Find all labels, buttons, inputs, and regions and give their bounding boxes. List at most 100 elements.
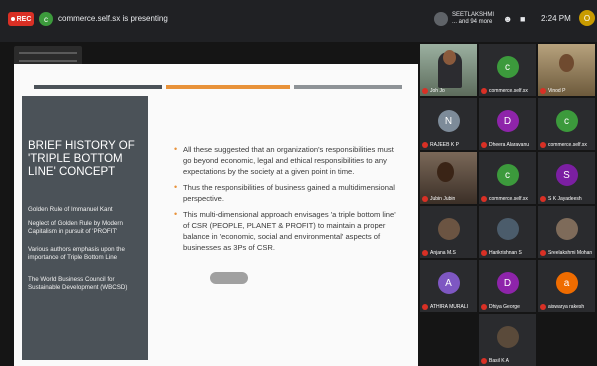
left-item: Various authors emphasis upon the import… <box>28 246 125 261</box>
participant-avatar <box>496 326 519 348</box>
bullet-point: This multi-dimensional approach envisage… <box>174 209 396 253</box>
participant-name: Basil K A <box>481 358 509 364</box>
mic-muted-icon <box>422 196 428 202</box>
mic-muted-icon <box>422 142 428 148</box>
participant-tile[interactable]: Jubin Jubin <box>420 152 477 204</box>
participant-name-text: Harikrishnan S <box>489 250 522 256</box>
participant-name: RAJEEB K P <box>422 142 459 148</box>
participant-name: Vinod P <box>540 88 565 94</box>
participant-name-text: aiswarya rakesh <box>548 304 585 310</box>
participant-name-text: Basil K A <box>489 358 510 364</box>
participant-name-text: Joh Jo <box>430 88 445 94</box>
pointer-highlight <box>210 272 248 284</box>
participant-name: Harikrishnan S <box>481 250 522 256</box>
mic-muted-icon <box>481 196 487 202</box>
recording-badge: REC <box>8 12 34 26</box>
participant-tile[interactable]: D Dheera Alaravanu <box>479 98 536 150</box>
participant-name: Joh Jo <box>422 88 445 94</box>
slide: BRIEF HISTORY OF 'TRIPLE BOTTOM LINE' CO… <box>14 64 418 366</box>
participant-tile[interactable]: Basil K A <box>479 314 536 366</box>
rec-label: REC <box>16 15 32 23</box>
participant-name-text: Vinod P <box>548 88 566 94</box>
participant-name-text: Dheera Alaravanu <box>489 142 530 148</box>
mic-muted-icon <box>540 88 546 94</box>
participant-name-text: Sreelakshmi Mohan <box>548 250 593 256</box>
participant-tile[interactable]: Anjana M.S <box>420 206 477 258</box>
participant-tile[interactable]: Vinod P <box>538 44 595 96</box>
presenter-avatar: c <box>39 12 53 26</box>
participant-tile[interactable]: S S K Jayadeesh <box>538 152 595 204</box>
participant-tile[interactable]: a aiswarya rakesh <box>538 260 595 312</box>
mic-muted-icon <box>540 250 546 256</box>
participant-avatar: D <box>496 272 519 294</box>
participant-video-face <box>443 50 456 65</box>
participant-name: Sreelakshmi Mohan <box>540 250 592 256</box>
participant-tile[interactable]: c commerce.self.sx <box>538 98 595 150</box>
participant-avatar: a <box>555 272 578 294</box>
participant-video-face <box>437 162 454 182</box>
participant-video-face <box>559 54 574 72</box>
participant-name: Anjana M.S <box>422 250 456 256</box>
participant-avatar: c <box>496 56 519 78</box>
mic-muted-icon <box>422 88 428 94</box>
record-dot-icon <box>10 17 15 21</box>
participant-tile[interactable]: A ATHIRA MURALI <box>420 260 477 312</box>
mic-muted-icon <box>540 304 546 310</box>
participant-name-text: commerce.self.sx <box>489 88 528 94</box>
toolbar-line <box>19 60 77 62</box>
participant-name: commerce.self.sx <box>481 196 528 202</box>
participant-tile[interactable]: c commerce.self.sx <box>479 152 536 204</box>
account-avatar[interactable]: O <box>579 10 595 26</box>
participant-avatar: A <box>437 272 460 294</box>
left-item: Golden Rule of Immanuel Kant <box>28 206 113 213</box>
participant-grid: Joh Jo c commerce.self.sx Vinod P N RAJEEB K … <box>418 42 597 366</box>
participant-name-text: commerce.self.sx <box>489 196 528 202</box>
participant-avatar <box>496 218 519 240</box>
participant-tile[interactable]: Harikrishnan S <box>479 206 536 258</box>
participant-tile[interactable]: D Dhiya George <box>479 260 536 312</box>
mic-muted-icon <box>481 250 487 256</box>
toolbar-line <box>19 52 77 54</box>
left-item: The World Business Council for Sustainab… <box>28 276 128 291</box>
presenting-banner: commerce.self.sx is presenting <box>58 14 168 23</box>
participant-name: Jubin Jubin <box>422 196 455 202</box>
top-bar: REC c commerce.self.sx is presenting SEE… <box>0 0 597 42</box>
participant-tile[interactable]: c commerce.self.sx <box>479 44 536 96</box>
participant-name-text: commerce.self.sx <box>548 142 587 148</box>
mic-muted-icon <box>481 358 487 364</box>
participant-name-text: RAJEEB K P <box>430 142 459 148</box>
people-icon[interactable]: ☻ <box>503 14 512 24</box>
slide-accent-bar-orange <box>166 85 290 89</box>
slide-left-panel: BRIEF HISTORY OF 'TRIPLE BOTTOM LINE' CO… <box>22 96 148 360</box>
participant-name: aiswarya rakesh <box>540 304 584 310</box>
mic-muted-icon <box>481 304 487 310</box>
participant-tile[interactable]: N RAJEEB K P <box>420 98 477 150</box>
self-view[interactable]: SEETLAKSHMI ... and 94 more <box>434 10 494 30</box>
participant-tile[interactable]: Sreelakshmi Mohan <box>538 206 595 258</box>
clock: 2:24 PM <box>541 14 571 23</box>
participant-name-text: Dhiya George <box>489 304 520 310</box>
participant-name: Dheera Alaravanu <box>481 142 529 148</box>
self-avatar <box>434 12 448 26</box>
slide-title: BRIEF HISTORY OF 'TRIPLE BOTTOM LINE' CO… <box>28 140 135 178</box>
participant-name: commerce.self.sx <box>540 142 587 148</box>
bullet-point: Thus the responsibilities of business ga… <box>174 182 396 204</box>
participant-name-text: ATHIRA MURALI <box>430 304 468 310</box>
participant-avatar <box>437 218 460 240</box>
participant-name-text: S K Jayadeesh <box>548 196 582 202</box>
mic-muted-icon <box>422 304 428 310</box>
participant-name: Dhiya George <box>481 304 520 310</box>
mic-muted-icon <box>422 250 428 256</box>
left-item: Neglect of Golden Rule by Modern Capital… <box>28 220 123 235</box>
slide-accent-bar-dark <box>34 85 162 89</box>
participant-tile[interactable]: Joh Jo <box>420 44 477 96</box>
participant-name-text: Jubin Jubin <box>430 196 456 202</box>
slide-bullets: All these suggested that an organization… <box>174 144 396 258</box>
participant-avatar: S <box>555 164 578 186</box>
participant-avatar <box>555 218 578 240</box>
participant-avatar: D <box>496 110 519 132</box>
participant-name: ATHIRA MURALI <box>422 304 468 310</box>
chat-icon[interactable]: ■ <box>520 14 525 24</box>
participant-avatar: c <box>555 110 578 132</box>
mic-muted-icon <box>540 196 546 202</box>
